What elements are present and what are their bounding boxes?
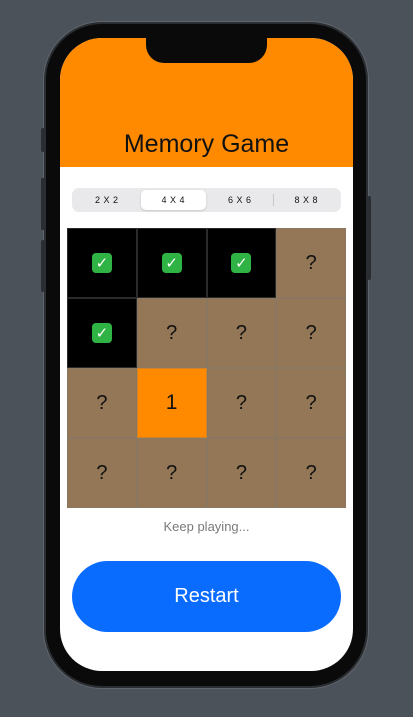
card-grid: ✓ ✓ ✓? ✓???? 1?????? (67, 228, 346, 508)
question-mark: ? (166, 461, 178, 484)
card-hidden[interactable]: ? (67, 368, 137, 438)
card-hidden[interactable]: ? (67, 438, 137, 508)
card-hidden[interactable]: ? (136, 298, 207, 368)
question-mark: ? (235, 461, 247, 484)
notch (146, 38, 267, 63)
power-button (367, 196, 371, 280)
card-hidden[interactable]: ? (276, 438, 346, 508)
card-hidden[interactable]: ? (276, 298, 346, 368)
volume-up-button (41, 178, 45, 230)
question-mark: ? (305, 461, 317, 484)
size-option-6x6[interactable]: 6 X 6 (207, 190, 273, 210)
check-icon: ✓ (91, 323, 112, 343)
check-icon: ✓ (231, 253, 252, 273)
app-screen: Memory Game 2 X 2 4 X 4 6 X 6 8 X 8 ✓ ✓ ✓?… (60, 38, 353, 671)
card-hidden[interactable]: ? (276, 228, 346, 298)
status-text: Keep playing... (163, 519, 250, 534)
card-value: 1 (165, 391, 178, 414)
check-icon: ✓ (161, 253, 182, 273)
restart-button[interactable]: Restart (72, 561, 341, 632)
question-mark: ? (96, 461, 108, 484)
question-mark: ? (305, 391, 317, 414)
question-mark: ? (305, 251, 317, 274)
card-revealed[interactable]: 1 (136, 368, 207, 438)
card-matched[interactable]: ✓ (67, 298, 137, 368)
volume-down-button (41, 240, 45, 292)
question-mark: ? (235, 391, 247, 414)
grid-size-picker[interactable]: 2 X 2 4 X 4 6 X 6 8 X 8 (72, 188, 341, 212)
header-bar: Memory Game (60, 38, 353, 167)
card-matched[interactable]: ✓ (67, 228, 137, 298)
question-mark: ? (305, 321, 317, 344)
mute-switch (41, 128, 45, 152)
question-mark: ? (235, 321, 247, 344)
card-matched[interactable]: ✓ (206, 228, 277, 298)
size-option-2x2[interactable]: 2 X 2 (74, 190, 140, 210)
card-hidden[interactable]: ? (276, 368, 346, 438)
question-mark: ? (96, 391, 108, 414)
page-title: Memory Game (123, 130, 290, 158)
card-hidden[interactable]: ? (206, 438, 277, 508)
size-option-4x4[interactable]: 4 X 4 (140, 190, 206, 210)
card-matched[interactable]: ✓ (136, 228, 207, 298)
card-hidden[interactable]: ? (206, 298, 277, 368)
card-hidden[interactable]: ? (136, 438, 207, 508)
check-icon: ✓ (91, 253, 112, 273)
card-hidden[interactable]: ? (206, 368, 277, 438)
size-option-8x8[interactable]: 8 X 8 (274, 190, 340, 210)
question-mark: ? (166, 321, 178, 344)
